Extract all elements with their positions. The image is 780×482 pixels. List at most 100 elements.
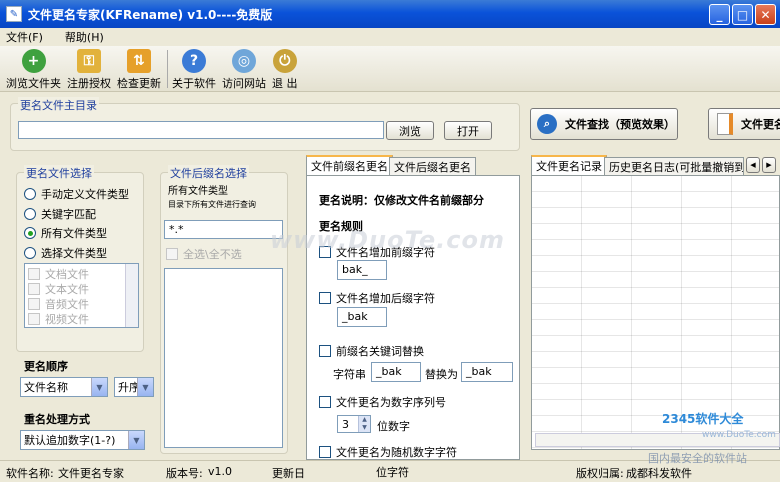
- file-type-list[interactable]: 文档文件 文本文件 音频文件 视频文件: [24, 263, 139, 328]
- suffix-desc-2: 目录下所有文件进行查询: [168, 200, 256, 209]
- log-table[interactable]: [531, 175, 780, 450]
- type-doc-checkbox[interactable]: 文档文件: [28, 266, 89, 282]
- checkbox-box: [319, 396, 331, 408]
- watermark-center: www.DuoTe.com: [270, 226, 505, 254]
- seq-digits-stepper[interactable]: 3 ▲ ▼: [337, 415, 371, 433]
- type-video-checkbox[interactable]: 视频文件: [28, 311, 89, 327]
- file-search-label: 文件查找（预览效果）: [565, 118, 675, 131]
- status-version-label: 版本号:: [166, 467, 203, 480]
- select-all-checkbox[interactable]: 全选\全不选: [166, 246, 242, 262]
- list-scrollbar[interactable]: [125, 264, 138, 327]
- main-dir-title: 更名文件主目录: [18, 97, 99, 113]
- checkbox-label: 文档文件: [45, 268, 89, 281]
- order-direction-select[interactable]: 升序 ▼: [114, 377, 154, 397]
- about-button[interactable]: ? 关于软件: [172, 47, 216, 91]
- prefix-value-input[interactable]: bak_: [337, 260, 387, 280]
- replace-input[interactable]: _bak: [461, 362, 513, 382]
- logo-2345: 2345软件大全: [662, 412, 744, 426]
- tab-rename-log[interactable]: 文件更名记录: [531, 155, 607, 175]
- close-button[interactable]: ✕: [755, 4, 776, 25]
- radio-manual-type[interactable]: 手动定义文件类型: [24, 186, 129, 202]
- exit-button[interactable]: ⏻ 退 出: [272, 47, 298, 91]
- prefix-panel: 更名说明：仅修改文件名前缀部分 更名规则 文件名增加前缀字符 bak_ 文件名增…: [306, 175, 520, 460]
- suffix-desc-1: 所有文件类型: [168, 186, 228, 197]
- window-title: 文件更名专家(KFRename) v1.0----免费版: [28, 7, 273, 22]
- checkbox-label: 视频文件: [45, 313, 89, 326]
- browse-folder-label: 浏览文件夹: [6, 77, 61, 90]
- update-icon: ⇅: [127, 49, 151, 73]
- checkbox-label: 全选\全不选: [183, 248, 242, 261]
- status-version: v1.0: [208, 465, 233, 478]
- order-title: 更名顺序: [24, 360, 68, 373]
- radio-select-types[interactable]: 选择文件类型: [24, 245, 107, 261]
- suffix-value-input[interactable]: _bak: [337, 307, 387, 327]
- tab-prefix[interactable]: 文件前缀名更名: [306, 155, 393, 175]
- checkbox-label: 文件名增加后缀字符: [336, 292, 435, 305]
- check-update-button[interactable]: ⇅ 检查更新: [117, 47, 161, 91]
- rename-doc-icon: [717, 113, 733, 135]
- open-button[interactable]: 打开: [444, 121, 492, 140]
- main-dir-input[interactable]: [18, 121, 384, 139]
- radio-label: 手动定义文件类型: [41, 188, 129, 201]
- toolbar: + 浏览文件夹 ⚿ 注册授权 ⇅ 检查更新 ? 关于软件 ◎ 访问网站 ⏻ 退 …: [0, 46, 780, 92]
- visit-website-button[interactable]: ◎ 访问网站: [222, 47, 266, 91]
- scroll-left-icon[interactable]: ◀: [746, 157, 760, 173]
- type-audio-checkbox[interactable]: 音频文件: [28, 296, 89, 312]
- tab-suffix[interactable]: 文件后缀名更名: [389, 157, 476, 175]
- scroll-right-icon[interactable]: ▶: [762, 157, 776, 173]
- checkbox-label: 前缀名关键词替换: [336, 345, 424, 358]
- random-checkbox[interactable]: 文件更名为随机数字字符: [319, 444, 457, 460]
- tab-history[interactable]: 历史更名日志(可批量撤销到: [604, 157, 744, 175]
- stepper-value: 3: [342, 418, 349, 431]
- browse-button[interactable]: 浏览: [386, 121, 434, 140]
- minimize-button[interactable]: _: [709, 4, 730, 25]
- suffix-list[interactable]: [164, 268, 283, 448]
- string-input[interactable]: _bak: [371, 362, 421, 382]
- order-field-select[interactable]: 文件名称 ▼: [20, 377, 108, 397]
- radio-indicator: [24, 208, 36, 220]
- visit-website-label: 访问网站: [222, 77, 266, 90]
- status-copyright: 成都科发软件: [626, 467, 692, 480]
- help-icon: ?: [182, 49, 206, 73]
- checkbox-box: [319, 345, 331, 357]
- menu-file[interactable]: 文件(F): [6, 29, 43, 45]
- checkbox-label: 文件更名为随机数字字符: [336, 446, 457, 459]
- radio-indicator: [24, 247, 36, 259]
- globe-icon: ◎: [232, 49, 256, 73]
- browse-folder-button[interactable]: + 浏览文件夹: [6, 47, 61, 91]
- register-button[interactable]: ⚿ 注册授权: [67, 47, 111, 91]
- seq-checkbox[interactable]: 文件更名为数字序列号: [319, 394, 446, 410]
- select-value: 文件名称: [24, 381, 68, 394]
- status-copyright-label: 版权归属:: [576, 467, 624, 480]
- replace-with-label: 替换为: [425, 368, 458, 381]
- file-search-button[interactable]: ⌕ 文件查找（预览效果）: [530, 108, 678, 140]
- radio-label: 所有文件类型: [41, 227, 107, 240]
- logo-url: www.DuoTe.com: [702, 430, 776, 440]
- maximize-button[interactable]: □: [732, 4, 753, 25]
- add-suffix-checkbox[interactable]: 文件名增加后缀字符: [319, 290, 435, 306]
- radio-keyword[interactable]: 关键字匹配: [24, 206, 96, 222]
- rename-desc: 更名说明：仅修改文件名前缀部分: [319, 194, 484, 207]
- radio-all-types[interactable]: 所有文件类型: [24, 225, 107, 241]
- type-text-checkbox[interactable]: 文本文件: [28, 281, 89, 297]
- logo-slogan: 国内最安全的软件站: [648, 452, 747, 465]
- dup-select[interactable]: 默认追加数字(1-?) ▼: [20, 430, 145, 450]
- checkbox-box: [319, 446, 331, 458]
- chevron-down-icon: ▼: [91, 378, 107, 396]
- chevron-down-icon: ▼: [128, 431, 144, 449]
- menu-bar: 文件(F) 帮助(H): [0, 28, 780, 46]
- select-value: 默认追加数字(1-?): [24, 434, 116, 447]
- check-update-label: 检查更新: [117, 77, 161, 90]
- checkbox-box: [28, 313, 40, 325]
- suffix-input[interactable]: *.*: [164, 220, 283, 239]
- file-rename-button[interactable]: 文件更名: [708, 108, 780, 140]
- menu-help[interactable]: 帮助(H): [65, 29, 104, 45]
- tab-scroll: ◀ ▶: [746, 157, 776, 173]
- digits-label: 位数字: [377, 420, 410, 433]
- suffix-select-title: 文件后缀名选择: [168, 165, 249, 181]
- magnifier-icon: ⌕: [537, 114, 557, 134]
- dup-title: 重名处理方式: [24, 413, 90, 426]
- replace-checkbox[interactable]: 前缀名关键词替换: [319, 343, 424, 359]
- checkbox-box: [166, 248, 178, 260]
- stepper-arrows-icon[interactable]: ▲ ▼: [358, 416, 370, 432]
